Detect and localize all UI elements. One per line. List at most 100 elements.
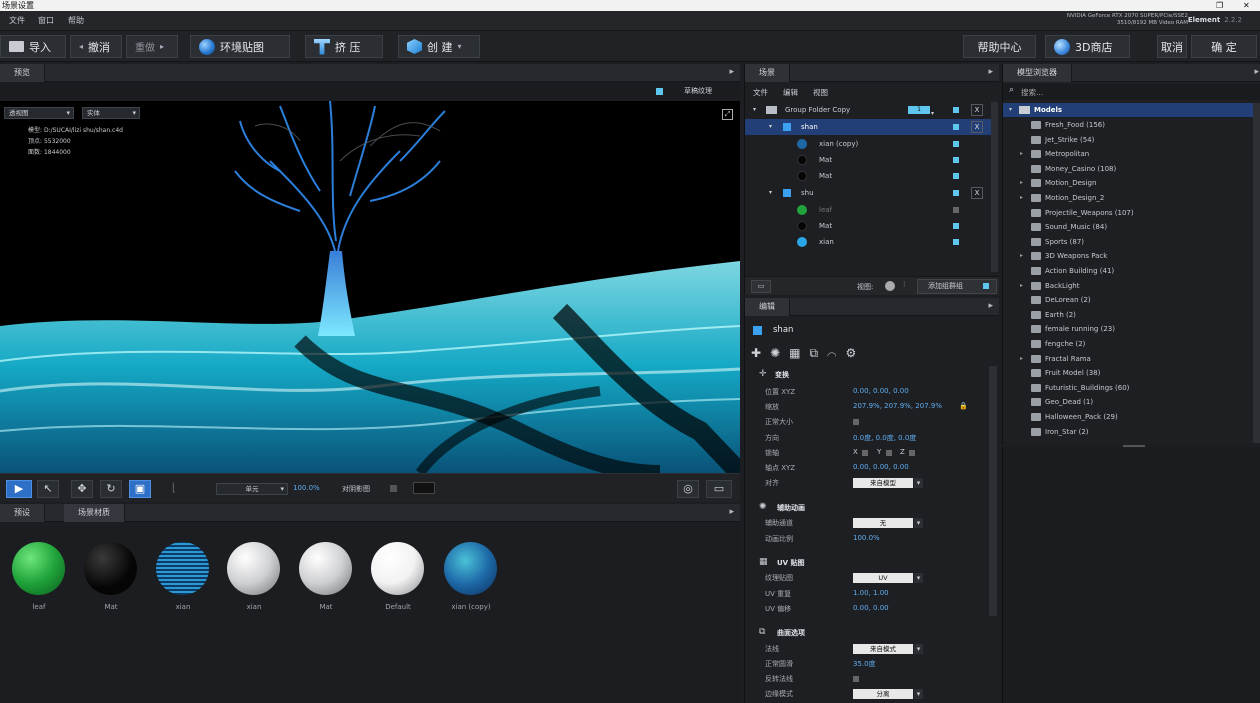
expand-icon[interactable]: ▾ [769,185,772,201]
lock-icon[interactable]: 🔒 [959,402,968,410]
browser-item[interactable]: ▸ 3D Weapons Pack [1003,249,1253,263]
visibility-toggle[interactable] [953,157,959,163]
browser-item[interactable]: DeLorean (2) [1003,293,1253,307]
scene-row-material[interactable]: Mat [745,168,991,184]
scene-scrollbar[interactable] [991,102,998,272]
browser-item[interactable]: ▸ Motion_Design_2 [1003,191,1253,205]
import-button[interactable]: 导入 [0,35,66,58]
redo-button[interactable]: 重做 ▸ [126,35,178,58]
visibility-toggle[interactable] [953,207,959,213]
checker-icon[interactable]: ▦ [789,346,809,360]
3d-viewport[interactable]: 透视图 实体 ⤢ 模型: D:/SUCAI/lizi shu/shan.c4d … [0,101,740,473]
scene-row-material[interactable]: Mat [745,218,991,234]
scene-row-shan[interactable]: ▾ shan X [745,119,991,135]
folder-add-icon[interactable]: ▭ [751,280,771,293]
expand-icon[interactable]: ▾ [753,102,756,118]
panel-arrow-icon[interactable]: ▸ [729,507,734,517]
scene-row-shu[interactable]: ▾ shu X [745,185,991,201]
add-group-toggle[interactable] [983,283,989,289]
browser-item[interactable]: Geo_Dead (1) [1003,395,1253,409]
browser-item[interactable]: Action Building (41) [1003,264,1253,278]
bend-icon[interactable]: ⌒ [827,346,846,360]
menu-help[interactable]: 帮助 [68,15,84,26]
visibility-toggle[interactable] [953,190,959,196]
bake-color-swatch[interactable] [413,482,435,494]
browser-item[interactable]: Fruit Model (38) [1003,366,1253,380]
browser-scrollbar[interactable] [1253,103,1260,443]
browser-item[interactable]: Futuristic_Buildings (60) [1003,381,1253,395]
browser-item[interactable]: Fresh_Food (156) [1003,118,1253,132]
expand-icon[interactable]: ▸ [1020,176,1023,190]
move-icon[interactable]: ✥ [71,480,93,498]
gear-small-icon[interactable]: ✺ [770,346,789,360]
material-ball-xian[interactable] [156,542,209,595]
expand-icon[interactable]: ▸ [1020,249,1023,263]
delete-icon[interactable]: X [971,187,983,199]
browser-item[interactable]: Jet_Strike (54) [1003,133,1253,147]
browser-item[interactable]: female running (23) [1003,322,1253,336]
3d-store-button[interactable]: 3D商店 [1045,35,1130,58]
scene-row-material[interactable]: leaf [745,202,991,218]
browser-search[interactable]: ⌕ 搜索... [1003,84,1260,100]
select-arrow-icon[interactable]: ↖ [37,480,59,498]
expand-icon[interactable]: ▸ [1020,147,1023,161]
panel-arrow-icon[interactable]: ▸ [988,301,993,311]
delete-icon[interactable]: X [971,121,983,133]
sphere-view-icon[interactable] [885,281,895,291]
axis-x-checkbox[interactable] [862,450,868,456]
expand-icon[interactable]: ▾ [769,119,772,135]
uv-offset-value[interactable]: 0.00, 0.00 [853,604,889,612]
camera-icon[interactable]: ▶ [6,480,32,498]
edit-scrollbar[interactable] [989,366,997,616]
axis-icon[interactable]: ⌊ [163,480,185,498]
browser-item[interactable]: ▸ Fractal Rama [1003,352,1253,366]
visibility-toggle[interactable] [953,223,959,229]
maximize-icon[interactable]: ⤢ [722,109,733,120]
move-tool-icon[interactable]: ✚ [751,346,770,360]
zoom-value[interactable]: 100.0% [293,484,320,492]
draft-texture-checkbox[interactable] [656,88,663,95]
view-select[interactable]: 透视图 [4,107,74,119]
visibility-toggle[interactable] [953,124,959,130]
unit-select[interactable]: 单元 [216,483,288,495]
visibility-toggle[interactable] [953,239,959,245]
rotate-icon[interactable]: ↻ [100,480,122,498]
copy-icon[interactable]: ⧉ [809,346,827,360]
scene-row-material[interactable]: xian (copy) [745,136,991,152]
material-ball-default[interactable] [371,542,424,595]
panel-arrow-icon[interactable]: ▸ [988,67,993,77]
gear-icon[interactable]: ⚙ [846,346,866,360]
normal-dropdown[interactable]: 来自模式 [853,644,923,654]
material-ball-leaf[interactable] [12,542,65,595]
tab-scene-materials[interactable]: 场景材质 [64,504,125,522]
anchor-value[interactable]: 0.00, 0.00, 0.00 [853,463,909,471]
browser-item[interactable]: Halloween_Pack (29) [1003,410,1253,424]
browser-item[interactable]: fengche (2) [1003,337,1253,351]
axis-z-checkbox[interactable] [909,450,915,456]
expand-icon[interactable]: ▸ [1020,279,1023,293]
delete-icon[interactable]: X [971,104,983,116]
browser-item[interactable]: ▸ BackLight [1003,279,1253,293]
aux-channel-dropdown[interactable]: 无 [853,518,923,528]
tab-presets[interactable]: 预设 [0,504,45,522]
create-button[interactable]: 创 建 ▾ [398,35,480,58]
axis-y-checkbox[interactable] [886,450,892,456]
expand-icon[interactable]: ▸ [1020,191,1023,205]
scene-menu-file[interactable]: 文件 [753,87,768,98]
uniform-checkbox[interactable] [853,419,859,425]
browser-root-models[interactable]: ▾ Models [1003,103,1253,117]
browser-item[interactable]: Projectile_Weapons (107) [1003,206,1253,220]
target-icon[interactable]: ◎ [677,480,699,498]
browser-item[interactable]: Iron_Star (2) [1003,425,1253,439]
scale-value[interactable]: 207.9%, 207.9%, 207.9% [853,402,942,410]
material-ball-xian-copy[interactable] [444,542,497,595]
position-value[interactable]: 0.00, 0.00, 0.00 [853,387,909,395]
monitor-icon[interactable]: ▭ [706,480,732,498]
tab-preview[interactable]: 预览 [0,64,45,82]
browser-item[interactable]: ▸ Motion_Design [1003,176,1253,190]
material-ball-mat-black[interactable] [84,542,137,595]
browser-item[interactable]: Earth (2) [1003,308,1253,322]
visibility-toggle[interactable] [953,173,959,179]
panel-arrow-icon[interactable]: ▸ [1254,67,1259,77]
visibility-toggle[interactable] [953,141,959,147]
